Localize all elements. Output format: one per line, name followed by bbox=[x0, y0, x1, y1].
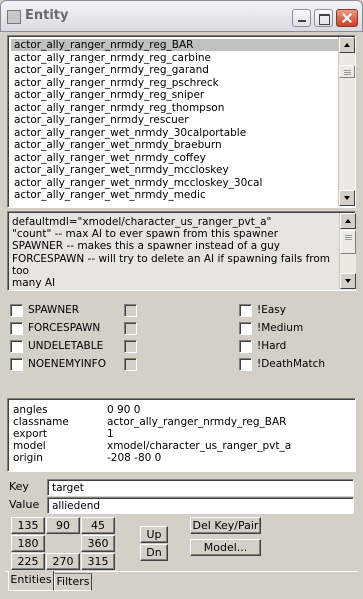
minimize-button[interactable] bbox=[292, 9, 311, 27]
checkbox-label: FORCESPAWN bbox=[28, 322, 101, 334]
angle-90-button[interactable]: 90 bbox=[46, 517, 80, 534]
scroll-down-icon[interactable] bbox=[340, 273, 356, 289]
model-button[interactable]: Model... bbox=[190, 539, 261, 556]
scroll-thumb[interactable] bbox=[340, 230, 356, 254]
description-scrollbar[interactable] bbox=[339, 213, 356, 289]
property-value: -208 -80 0 bbox=[107, 452, 162, 464]
checkbox-box[interactable] bbox=[239, 358, 252, 371]
description-line: many AI bbox=[12, 277, 56, 290]
property-key: model bbox=[13, 440, 46, 452]
checkbox-box bbox=[124, 340, 137, 353]
value-input[interactable]: alliedend bbox=[47, 497, 354, 514]
tab-strip-divider bbox=[5, 571, 358, 572]
list-item[interactable]: actor_ally_ranger_nrmdy_reg_thompson bbox=[11, 102, 224, 114]
scroll-thumb[interactable] bbox=[339, 65, 355, 78]
up-button[interactable]: Up bbox=[140, 526, 168, 543]
checkbox-box[interactable] bbox=[10, 358, 23, 371]
delete-key-pair-button[interactable]: Del Key/Pair bbox=[190, 517, 261, 534]
checkbox-box[interactable] bbox=[239, 322, 252, 335]
angle-270-button[interactable]: 270 bbox=[46, 553, 80, 570]
scroll-up-icon[interactable] bbox=[339, 37, 355, 53]
entity-class-list[interactable]: actor_ally_ranger_nrmdy_reg_BAR actor_al… bbox=[7, 35, 356, 208]
tab-entities[interactable]: Entities bbox=[8, 571, 54, 591]
list-item[interactable]: actor_ally_ranger_nrmdy_reg_garand bbox=[11, 64, 209, 76]
checkbox-box[interactable] bbox=[239, 304, 252, 317]
angle-135-button[interactable]: 135 bbox=[11, 517, 45, 534]
description-line: defaultmdl="xmodel/character_us_ranger_p… bbox=[12, 216, 272, 228]
checkbox-box[interactable] bbox=[10, 322, 23, 335]
list-item[interactable]: actor_ally_ranger_nrmdy_rescuer bbox=[11, 114, 189, 126]
window-title: Entity bbox=[25, 8, 69, 23]
list-item[interactable]: actor_ally_ranger_wet_nrmdy_coffey bbox=[11, 152, 206, 164]
checkbox-box[interactable] bbox=[239, 340, 252, 353]
list-item[interactable]: actor_ally_ranger_nrmdy_reg_pschreck bbox=[11, 77, 219, 89]
checkbox-label: NOENEMYINFO bbox=[28, 358, 106, 370]
property-key: origin bbox=[13, 452, 43, 464]
list-item[interactable]: actor_ally_ranger_wet_nrmdy_mccloskey_30… bbox=[11, 177, 262, 189]
description-line: FORCESPAWN -- will try to delete an AI i… bbox=[12, 252, 331, 277]
angle-180-button[interactable]: 180 bbox=[11, 535, 45, 552]
list-item[interactable]: actor_ally_ranger_nrmdy_reg_BAR bbox=[11, 39, 340, 51]
list-item[interactable]: actor_ally_ranger_wet_nrmdy_mccloskey bbox=[11, 164, 229, 176]
list-item[interactable]: actor_ally_ranger_wet_nrmdy_30calportabl… bbox=[11, 127, 246, 139]
checkbox-label: !Hard bbox=[257, 340, 287, 352]
property-value: xmodel/character_us_ranger_pvt_a bbox=[107, 440, 292, 452]
app-icon bbox=[7, 10, 21, 24]
list-item[interactable]: actor_ally_ranger_nrmdy_reg_sniper bbox=[11, 89, 204, 101]
checkbox-box[interactable] bbox=[10, 304, 23, 317]
key-label: Key bbox=[9, 480, 29, 493]
description-line: SPAWNER -- makes this a spawner instead … bbox=[12, 240, 281, 253]
property-key: export bbox=[13, 428, 48, 440]
checkbox-label: !DeathMatch bbox=[257, 358, 325, 370]
checkbox-label: !Easy bbox=[257, 304, 286, 316]
angle-315-button[interactable]: 315 bbox=[81, 553, 115, 570]
checkbox-label: SPAWNER bbox=[28, 304, 80, 316]
checkbox-box bbox=[124, 322, 137, 335]
description-line: "count" -- max AI to ever spawn from thi… bbox=[12, 228, 279, 241]
angle-225-button[interactable]: 225 bbox=[11, 553, 45, 570]
property-key: angles bbox=[13, 404, 48, 416]
checkbox-label: !Medium bbox=[257, 322, 304, 334]
property-value: 0 90 0 bbox=[107, 404, 141, 416]
scroll-up-icon[interactable] bbox=[340, 213, 356, 229]
property-value: 1 bbox=[107, 428, 114, 440]
key-input[interactable]: target bbox=[47, 479, 354, 496]
angle-360-button[interactable]: 360 bbox=[81, 535, 115, 552]
list-item[interactable]: actor_ally_ranger_wet_nrmdy_medic bbox=[11, 189, 206, 201]
property-key: classname bbox=[13, 416, 69, 428]
entity-properties-list[interactable]: angles 0 90 0 classname actor_ally_range… bbox=[7, 398, 356, 472]
list-item[interactable]: actor_ally_ranger_wet_nrmdy_braeburn bbox=[11, 139, 222, 151]
maximize-button[interactable] bbox=[314, 9, 333, 27]
close-button[interactable] bbox=[336, 9, 358, 27]
down-button[interactable]: Dn bbox=[140, 544, 168, 561]
checkbox-box[interactable] bbox=[10, 340, 23, 353]
checkbox-box bbox=[124, 358, 137, 371]
checkbox-label: UNDELETABLE bbox=[28, 340, 104, 352]
entity-list-scrollbar[interactable] bbox=[338, 37, 355, 206]
value-label: Value bbox=[9, 498, 40, 511]
entity-description: defaultmdl="xmodel/character_us_ranger_p… bbox=[7, 211, 356, 291]
property-value: actor_ally_ranger_nrmdy_reg_BAR bbox=[107, 416, 287, 428]
checkbox-box bbox=[124, 304, 137, 317]
scroll-down-icon[interactable] bbox=[339, 190, 355, 206]
angle-45-button[interactable]: 45 bbox=[81, 517, 115, 534]
title-bar[interactable]: Entity bbox=[0, 0, 363, 32]
tab-filters[interactable]: Filters bbox=[54, 573, 92, 591]
list-item[interactable]: actor_ally_ranger_nrmdy_reg_carbine bbox=[11, 52, 211, 64]
